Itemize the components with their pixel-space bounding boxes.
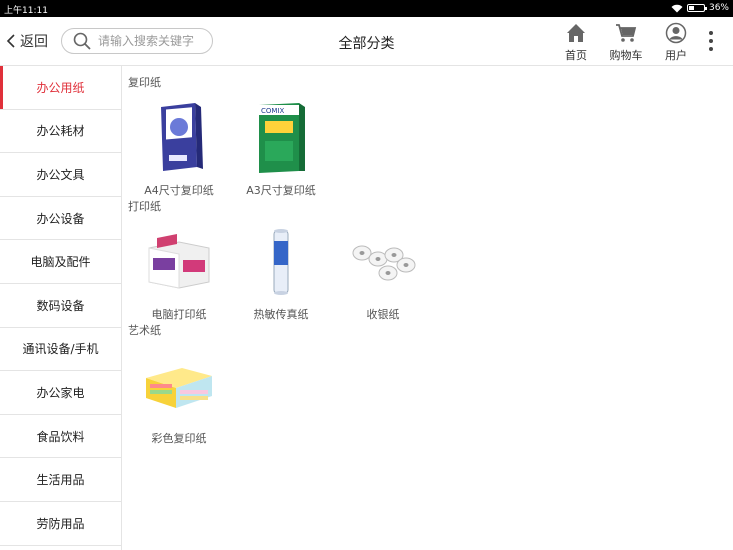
back-button[interactable]: 返回 (6, 31, 48, 51)
category-item-office-consumables[interactable]: 办公耗材 (0, 110, 121, 154)
section-title-printer-paper: 打印纸 (128, 200, 161, 213)
category-item-stationery[interactable]: 办公文具 (0, 153, 121, 197)
more-dot-icon (709, 31, 713, 35)
product-a3-paper[interactable]: COMIX A3尺寸复印纸 (226, 98, 336, 198)
category-item-office-equipment[interactable]: 办公设备 (0, 197, 121, 241)
battery-percent: 36% (708, 3, 729, 13)
cart-label: 购物车 (609, 49, 643, 62)
home-label: 首页 (565, 49, 587, 62)
product-image (139, 222, 219, 302)
product-a4-paper[interactable]: A4尺寸复印纸 (124, 98, 234, 198)
category-item-phones[interactable]: 通讯设备/手机 (0, 328, 121, 372)
category-item-food-drinks[interactable]: 食品饮料 (0, 415, 121, 459)
paper-ream-icon: COMIX (259, 103, 305, 173)
product-name: 收银纸 (366, 308, 400, 321)
home-icon (567, 24, 585, 42)
home-button[interactable]: 首页 (556, 22, 596, 63)
search-input[interactable] (98, 34, 208, 48)
page-title: 全部分类 (338, 36, 395, 52)
paper-box-icon (148, 234, 210, 289)
product-thermal-fax-paper[interactable]: 热敏传真纸 (226, 222, 336, 322)
user-icon (665, 22, 687, 44)
category-item-digital-devices[interactable]: 数码设备 (0, 284, 121, 328)
battery-icon (686, 4, 707, 12)
product-name: A4尺寸复印纸 (144, 184, 214, 197)
product-name: 电脑打印纸 (151, 308, 207, 321)
cart-icon (616, 24, 637, 42)
section-title-art-paper: 艺术纸 (128, 324, 161, 337)
category-item-appliances[interactable]: 办公家电 (0, 371, 121, 415)
category-content: 复印纸 A4尺寸复印纸 COMIX A3尺寸复印纸 打印纸 电脑打印纸 热敏传真… (122, 66, 733, 550)
category-label: 数码设备 (36, 298, 85, 313)
more-dot-icon (709, 39, 713, 43)
category-label: 办公用纸 (36, 80, 85, 95)
user-label: 用户 (665, 49, 687, 62)
category-label: 通讯设备/手机 (22, 342, 99, 357)
color-paper-icon (146, 368, 212, 408)
product-receipt-paper[interactable]: 收银纸 (328, 222, 438, 322)
top-bar: 返回 全部分类 首页 购物车 用户 (0, 17, 733, 66)
category-label: 办公设备 (36, 211, 85, 226)
category-label: 电脑及配件 (30, 255, 91, 270)
product-name: 彩色复印纸 (151, 432, 207, 445)
category-item-safety[interactable]: 劳防用品 (0, 502, 121, 546)
user-button[interactable]: 用户 (656, 22, 696, 63)
more-menu-button[interactable] (706, 31, 716, 51)
product-image (343, 222, 423, 302)
category-item-computers[interactable]: 电脑及配件 (0, 240, 121, 284)
category-label: 劳防用品 (36, 516, 85, 531)
paper-ream-icon (161, 103, 203, 171)
category-label: 办公家电 (36, 385, 85, 400)
back-label: 返回 (20, 34, 48, 50)
paper-roll-icon (273, 229, 289, 295)
product-image (139, 346, 219, 426)
search-icon (73, 32, 91, 50)
product-color-copy-paper[interactable]: 彩色复印纸 (124, 346, 234, 446)
category-item-daily-goods[interactable]: 生活用品 (0, 458, 121, 502)
category-label: 办公耗材 (36, 124, 85, 139)
wifi-icon (671, 4, 683, 12)
more-dot-icon (709, 47, 713, 51)
category-sidebar: 办公用纸 办公耗材 办公文具 办公设备 电脑及配件 数码设备 通讯设备/手机 办… (0, 66, 122, 550)
chevron-left-icon (6, 34, 15, 48)
category-label: 办公文具 (36, 167, 85, 182)
product-name: A3尺寸复印纸 (246, 184, 316, 197)
status-right: 36% (671, 3, 729, 13)
product-image (139, 98, 219, 178)
cart-button[interactable]: 购物车 (606, 22, 646, 63)
product-name: 热敏传真纸 (253, 308, 309, 321)
category-item-office-paper[interactable]: 办公用纸 (0, 66, 121, 110)
product-computer-paper[interactable]: 电脑打印纸 (124, 222, 234, 322)
brand-logo-text: COMIX (261, 107, 285, 115)
product-image (241, 222, 321, 302)
product-image: COMIX (241, 98, 321, 178)
category-label: 生活用品 (36, 473, 85, 488)
status-bar: 上午11:11 36% (0, 0, 733, 17)
paper-rolls-icon (352, 245, 416, 281)
category-label: 食品饮料 (36, 429, 85, 444)
search-box[interactable] (61, 28, 213, 54)
section-title-copy-paper: 复印纸 (128, 76, 161, 89)
status-time: 上午11:11 (4, 6, 48, 16)
